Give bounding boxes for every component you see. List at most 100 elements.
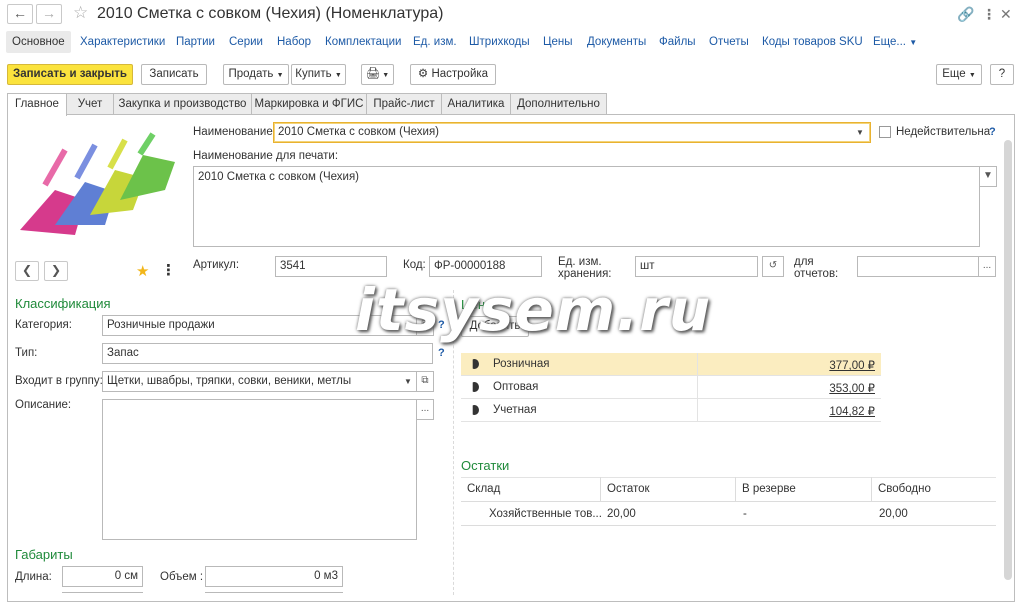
stock-header-free[interactable]: Свободно	[872, 477, 996, 501]
nav-sku-codes[interactable]: Коды товаров SKU	[762, 31, 863, 53]
table-row[interactable]: Хозяйственные тов... 20,00 - 20,00	[461, 501, 996, 526]
stock-header-balance[interactable]: Остаток	[601, 477, 736, 501]
link-icon[interactable]: 🔗	[957, 6, 974, 23]
star-outline-icon[interactable]: ☆	[73, 3, 88, 23]
image-prev-button[interactable]: ❮	[15, 261, 39, 281]
type-label: Тип:	[15, 347, 38, 359]
forward-button[interactable]: →	[36, 4, 62, 24]
buy-button[interactable]: Купить ▼	[291, 64, 346, 85]
volume-input[interactable]: 0 м3	[205, 566, 343, 587]
length-label: Длина:	[15, 571, 52, 583]
save-and-close-button[interactable]: Записать и закрыть	[7, 64, 133, 85]
nav-main[interactable]: Основное	[6, 31, 71, 53]
category-label: Категория:	[15, 319, 72, 331]
sell-button[interactable]: Продать ▼	[223, 64, 289, 85]
volume-label: Объем :	[160, 571, 204, 583]
print-name-textarea[interactable]: 2010 Сметка с совком (Чехия)	[193, 166, 980, 247]
nav-files[interactable]: Файлы	[659, 31, 696, 53]
chevron-right-icon: ❯	[50, 263, 62, 277]
printer-icon: 🖨	[365, 68, 381, 80]
more-actions-button[interactable]: Еще ▼	[936, 64, 982, 85]
tab-price-list[interactable]: Прайс-лист	[366, 93, 442, 115]
save-button[interactable]: Записать	[141, 64, 207, 85]
nav-set[interactable]: Набор	[277, 31, 311, 53]
chevron-left-icon: ❮	[21, 263, 33, 277]
description-textarea[interactable]	[102, 399, 417, 540]
price-column-divider	[697, 353, 698, 422]
tab-main[interactable]: Главное	[7, 93, 67, 116]
code-input[interactable]: ФР-00000188	[429, 256, 542, 277]
name-label: Наименование:	[193, 126, 276, 138]
stock-header-warehouse[interactable]: Склад	[461, 477, 601, 501]
code-label: Код:	[403, 259, 426, 271]
price-row[interactable]: Учетная 104,82 ₽	[461, 399, 881, 422]
chevron-down-icon[interactable]: ▼	[852, 123, 868, 142]
history-icon[interactable]: ↺	[762, 256, 784, 277]
group-label: Входит в группу:	[15, 375, 103, 387]
watermark: itsysem.ru	[355, 276, 712, 344]
nav-reports[interactable]: Отчеты	[709, 31, 749, 53]
star-filled-icon[interactable]: ★	[136, 262, 149, 280]
tab-additional[interactable]: Дополнительно	[510, 93, 607, 115]
image-next-button[interactable]: ❯	[44, 261, 68, 281]
width-input-partial[interactable]	[62, 592, 143, 600]
description-label: Описание:	[15, 399, 72, 411]
print-name-label: Наименование для печати:	[193, 150, 339, 162]
back-button[interactable]: ←	[7, 4, 33, 24]
print-button[interactable]: 🖨 ▼	[361, 64, 394, 85]
stock-header-reserved[interactable]: В резерве	[736, 477, 872, 501]
ellipsis-icon[interactable]: ...	[416, 399, 434, 420]
more-vertical-icon[interactable]: ⋮	[161, 261, 176, 279]
arrow-left-icon: ←	[13, 5, 27, 21]
nav-more[interactable]: Еще... ▼	[873, 31, 917, 53]
price-row[interactable]: Розничная 377,00 ₽	[461, 353, 881, 376]
nav-prices[interactable]: Цены	[543, 31, 573, 53]
nav-units[interactable]: Ед. изм.	[413, 31, 457, 53]
tab-marking[interactable]: Маркировка и ФГИС	[251, 93, 367, 115]
nav-kits[interactable]: Комплектации	[325, 31, 401, 53]
nav-characteristics[interactable]: Характеристики	[80, 31, 165, 53]
price-row[interactable]: Оптовая 353,00 ₽	[461, 376, 881, 399]
stock-title: Остатки	[461, 458, 510, 473]
close-icon[interactable]: ✕	[1000, 6, 1012, 23]
group-input[interactable]: Щетки, швабры, тряпки, совки, веники, ме…	[102, 371, 417, 392]
type-input[interactable]: Запас	[102, 343, 433, 364]
inactive-label: Недействительна	[896, 126, 991, 138]
ellipsis-icon[interactable]: ...	[978, 256, 996, 277]
dimensions-title: Габариты	[15, 547, 73, 562]
price-type-icon	[472, 359, 479, 369]
product-image[interactable]	[15, 130, 180, 240]
tab-purchase-production[interactable]: Закупка и производство	[113, 93, 252, 115]
price-type-icon	[472, 405, 479, 415]
window-title: 2010 Сметка с совком (Чехия) (Номенклату…	[97, 5, 444, 22]
chevron-down-icon[interactable]: ▼	[979, 166, 997, 187]
settings-button[interactable]: ⚙ Настройка	[410, 64, 496, 85]
vertical-scrollbar[interactable]	[1004, 140, 1012, 580]
price-type-icon	[472, 382, 479, 392]
inactive-checkbox[interactable]	[879, 126, 891, 138]
name-input[interactable]: 2010 Сметка с совком (Чехия)	[273, 122, 871, 143]
tab-analytics[interactable]: Аналитика	[441, 93, 511, 115]
open-icon[interactable]: ⧉	[416, 371, 434, 392]
chevron-down-icon[interactable]: ▼	[400, 372, 416, 391]
nav-documents[interactable]: Документы	[587, 31, 646, 53]
help-icon[interactable]: ?	[438, 347, 445, 359]
article-input[interactable]: 3541	[275, 256, 387, 277]
help-icon[interactable]: ?	[989, 126, 996, 138]
nav-series[interactable]: Серии	[229, 31, 263, 53]
length-input[interactable]: 0 см	[62, 566, 143, 587]
nav-barcodes[interactable]: Штрихкоды	[469, 31, 530, 53]
caret-down-icon: ▼	[276, 72, 284, 79]
nav-batches[interactable]: Партии	[176, 31, 215, 53]
more-vertical-icon[interactable]: ⋮	[982, 6, 996, 23]
unit-input[interactable]: шт	[635, 256, 758, 277]
gear-icon: ⚙	[417, 68, 429, 80]
weight-input-partial[interactable]	[205, 592, 343, 600]
reports-unit-label: для отчетов:	[794, 256, 839, 280]
caret-down-icon: ▼	[909, 38, 918, 47]
tab-accounting[interactable]: Учет	[66, 93, 114, 115]
article-label: Артикул:	[193, 259, 240, 271]
help-button[interactable]: ?	[990, 64, 1014, 85]
caret-down-icon: ▼	[334, 72, 342, 79]
reports-unit-input[interactable]	[857, 256, 979, 277]
